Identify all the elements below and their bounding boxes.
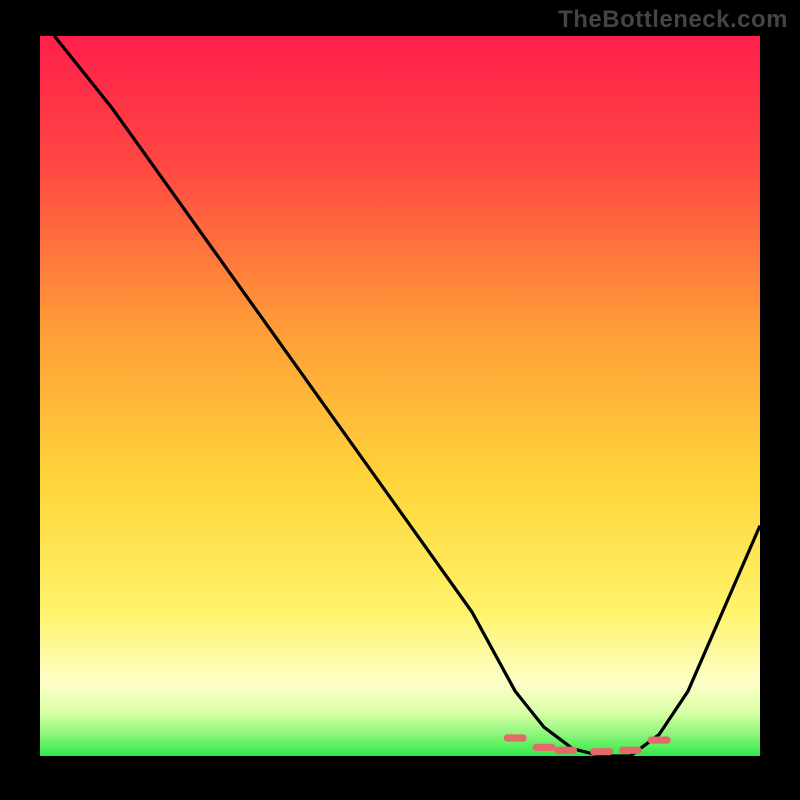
plot-area — [40, 36, 760, 756]
watermark-text: TheBottleneck.com — [558, 6, 788, 34]
marker-dot — [532, 744, 555, 751]
chart-container: TheBottleneck.com — [0, 0, 800, 800]
chart-svg — [40, 36, 760, 756]
marker-dot — [590, 748, 613, 755]
gradient-bg — [40, 36, 760, 756]
marker-dot — [554, 747, 577, 754]
marker-dot — [648, 737, 671, 744]
marker-dot — [619, 747, 642, 754]
marker-dot — [504, 734, 527, 741]
